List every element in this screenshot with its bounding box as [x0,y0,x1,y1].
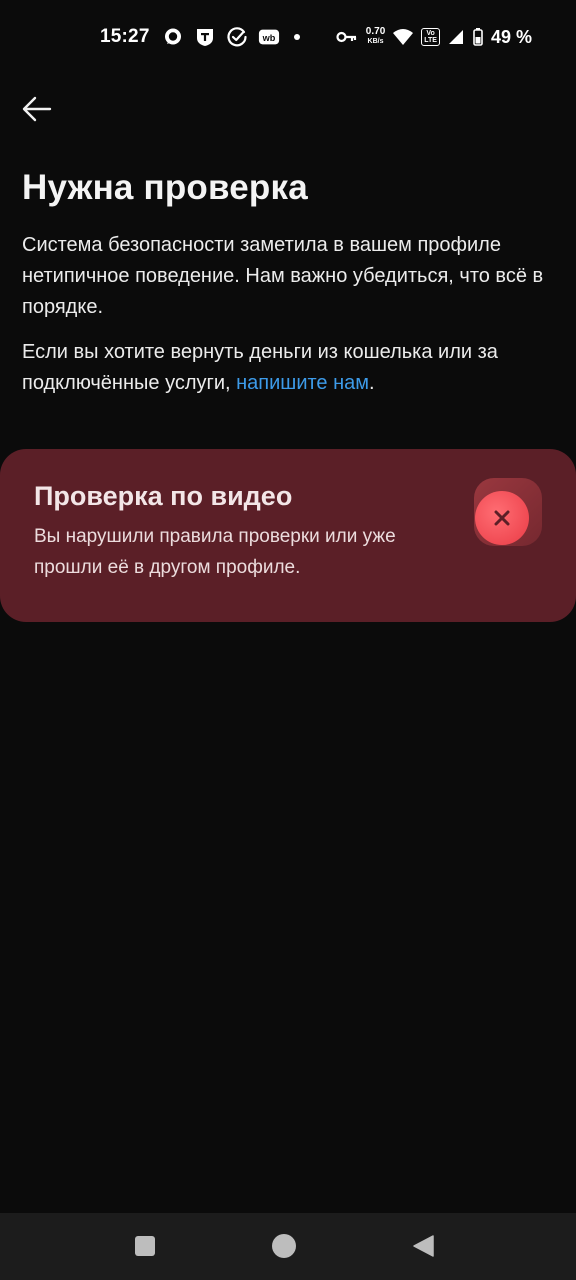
circle-icon [272,1234,296,1258]
network-speed-value: 0.70 [365,26,386,37]
status-time: 15:27 [100,26,150,47]
refund-notice-text: Если вы хотите вернуть деньги из кошельк… [22,337,552,399]
t-shield-icon [194,26,216,48]
volte-bottom: LTE [424,37,437,44]
check-circle-icon [226,26,248,48]
x-icon [475,491,529,545]
wb-icon: wb [258,26,280,48]
video-check-title: Проверка по видео [34,481,293,511]
triangle-back-icon [413,1235,434,1257]
battery-icon [472,26,484,48]
recents-button[interactable] [132,1233,158,1259]
back-nav-button[interactable] [410,1233,436,1259]
system-nav-bar [0,1213,576,1280]
volte-icon: Vo LTE [421,28,440,46]
chat-bubble-icon [162,26,184,48]
status-bar: 15:27 wb 0.70 KB/s Vo LTE 49 % [0,0,576,74]
status-right: 0.70 KB/s Vo LTE 49 % [335,22,532,52]
network-speed: 0.70 KB/s [366,27,385,47]
more-notifications-dot-icon [290,26,304,48]
square-icon [135,1236,155,1256]
volte-top: Vo [426,30,435,37]
back-button[interactable] [18,90,56,128]
refund-notice-suffix: . [369,372,375,394]
page-title: Нужна проверка [22,168,308,207]
video-check-description: Вы нарушили правила проверки или уже про… [34,526,396,578]
battery-percent: 49 % [490,26,532,47]
home-button[interactable] [271,1233,297,1259]
vpn-key-icon [335,26,359,48]
arrow-left-icon [22,96,52,122]
security-notice-text: Система безопасности заметила в вашем пр… [22,234,544,318]
network-speed-unit: KB/s [367,38,384,45]
signal-icon [447,26,465,48]
svg-text:wb: wb [261,33,275,43]
wifi-icon [392,26,414,48]
video-check-status-badge [474,478,542,546]
status-left: 15:27 wb [100,24,304,50]
contact-us-link[interactable]: напишите нам [236,372,369,394]
